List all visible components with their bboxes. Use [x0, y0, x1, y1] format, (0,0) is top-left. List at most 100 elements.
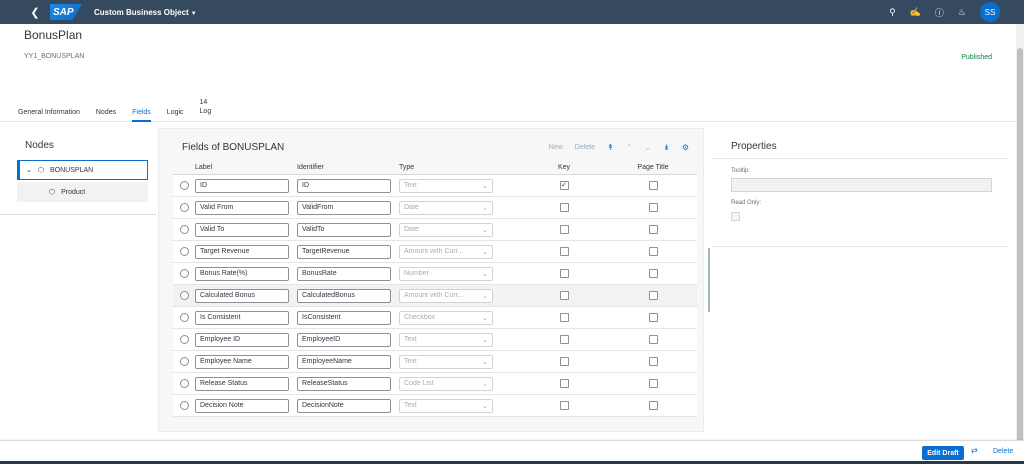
- label-input[interactable]: Bonus Rate(%): [195, 266, 289, 281]
- table-row[interactable]: Is Consistent IsConsistent Checkbox ⌄: [173, 307, 697, 329]
- label-input[interactable]: Release Status: [195, 376, 289, 391]
- page-title-checkbox[interactable]: [648, 291, 658, 300]
- page-title-checkbox[interactable]: [648, 269, 658, 278]
- row-select-radio[interactable]: [179, 203, 189, 212]
- identifier-input[interactable]: CalculatedBonus: [297, 288, 391, 303]
- row-select-radio[interactable]: [179, 401, 189, 410]
- new-button[interactable]: New: [549, 144, 563, 151]
- type-select[interactable]: Text ⌄: [399, 178, 493, 193]
- tab-nodes[interactable]: Nodes: [96, 96, 116, 122]
- table-row[interactable]: Release Status ReleaseStatus Code List ⌄: [173, 373, 697, 395]
- row-select-radio[interactable]: [179, 225, 189, 234]
- footer-delete-button[interactable]: Delete: [993, 448, 1013, 455]
- key-checkbox[interactable]: [559, 335, 569, 344]
- table-row[interactable]: Target Revenue TargetRevenue Amount with C…: [173, 241, 697, 263]
- chevron-down-icon[interactable]: ⌄: [26, 166, 32, 174]
- label-input[interactable]: ID: [195, 178, 289, 193]
- key-checkbox[interactable]: [559, 313, 569, 322]
- identifier-input[interactable]: ID: [297, 178, 391, 193]
- identifier-input[interactable]: ReleaseStatus: [297, 376, 391, 391]
- row-select-radio[interactable]: [179, 269, 189, 278]
- page-title-checkbox[interactable]: [648, 379, 658, 388]
- table-row[interactable]: Bonus Rate(%) BonusRate Number ⌄: [173, 263, 697, 285]
- table-row[interactable]: Calculated Bonus CalculatedBonus Amount wi…: [173, 285, 697, 307]
- move-to-bottom-icon[interactable]: ↡: [663, 143, 670, 152]
- table-row[interactable]: Valid To ValidTo Date ⌄: [173, 219, 697, 241]
- type-select[interactable]: Checkbox ⌄: [399, 310, 493, 325]
- key-checkbox[interactable]: [559, 357, 569, 366]
- table-row[interactable]: Employee ID EmployeeID Text ⌄: [173, 329, 697, 351]
- key-checkbox[interactable]: [559, 269, 569, 278]
- type-select[interactable]: Text ⌄: [399, 354, 493, 369]
- avatar[interactable]: SS: [980, 2, 1000, 22]
- key-checkbox[interactable]: [559, 379, 569, 388]
- identifier-input[interactable]: EmployeeID: [297, 332, 391, 347]
- type-select[interactable]: Date ⌄: [399, 222, 493, 237]
- label-input[interactable]: Employee Name: [195, 354, 289, 369]
- scrollbar-thumb[interactable]: [1017, 48, 1023, 448]
- key-checkbox[interactable]: [559, 247, 569, 256]
- table-row[interactable]: Decision Note DecisionNote Text ⌄: [173, 395, 697, 417]
- help-icon[interactable]: ⓘ: [935, 6, 944, 19]
- feedback-icon[interactable]: ✍: [910, 7, 921, 18]
- key-checkbox[interactable]: [559, 291, 569, 300]
- row-select-radio[interactable]: [179, 181, 189, 190]
- type-select[interactable]: Text ⌄: [399, 398, 493, 413]
- table-row[interactable]: Valid From ValidFrom Date ⌄: [173, 197, 697, 219]
- key-checkbox[interactable]: [559, 401, 569, 410]
- page-title-checkbox[interactable]: [648, 313, 658, 322]
- identifier-input[interactable]: ValidFrom: [297, 200, 391, 215]
- row-select-radio[interactable]: [179, 379, 189, 388]
- label-input[interactable]: Employee ID: [195, 332, 289, 347]
- identifier-input[interactable]: IsConsistent: [297, 310, 391, 325]
- page-title-checkbox[interactable]: [648, 203, 658, 212]
- type-select[interactable]: Code List ⌄: [399, 376, 493, 391]
- notification-bell-icon[interactable]: ♨: [958, 7, 966, 18]
- app-title-menu[interactable]: Custom Business Object ▼: [94, 8, 197, 17]
- table-row[interactable]: Employee Name EmployeeName Text ⌄: [173, 351, 697, 373]
- edit-draft-button[interactable]: Edit Draft: [922, 446, 964, 460]
- row-select-radio[interactable]: [179, 313, 189, 322]
- tab-log[interactable]: 14 Log: [200, 96, 212, 122]
- identifier-input[interactable]: ValidTo: [297, 222, 391, 237]
- identifier-input[interactable]: DecisionNote: [297, 398, 391, 413]
- tab-logic[interactable]: Logic: [167, 96, 184, 122]
- page-title-checkbox[interactable]: [648, 401, 658, 410]
- row-select-radio[interactable]: [179, 247, 189, 256]
- identifier-input[interactable]: BonusRate: [297, 266, 391, 281]
- delete-button[interactable]: Delete: [575, 144, 595, 151]
- key-checkbox[interactable]: ✓: [559, 181, 569, 190]
- page-title-checkbox[interactable]: [648, 225, 658, 234]
- settings-gear-icon[interactable]: ⚙: [682, 143, 689, 152]
- type-select[interactable]: Amount with Curr... ⌄: [399, 288, 493, 303]
- type-select[interactable]: Amount with Curr... ⌄: [399, 244, 493, 259]
- move-to-top-icon[interactable]: ↟: [607, 143, 614, 152]
- label-input[interactable]: Is Consistent: [195, 310, 289, 325]
- type-select[interactable]: Date ⌄: [399, 200, 493, 215]
- tooltip-input[interactable]: [731, 178, 992, 192]
- search-icon[interactable]: ⚲: [889, 7, 896, 18]
- table-row[interactable]: ID ID Text ⌄ ✓: [173, 175, 697, 197]
- page-title-checkbox[interactable]: [648, 247, 658, 256]
- label-input[interactable]: Decision Note: [195, 398, 289, 413]
- tab-fields[interactable]: Fields: [132, 96, 151, 122]
- compare-icon[interactable]: ⇄: [971, 446, 978, 455]
- type-select[interactable]: Text ⌄: [399, 332, 493, 347]
- page-title-checkbox[interactable]: [648, 357, 658, 366]
- splitter-handle-right[interactable]: [708, 248, 710, 312]
- tab-general-information[interactable]: General Information: [18, 96, 80, 122]
- row-select-radio[interactable]: [179, 357, 189, 366]
- move-up-icon[interactable]: ⌃: [626, 143, 633, 152]
- type-select[interactable]: Number ⌄: [399, 266, 493, 281]
- page-scrollbar[interactable]: [1016, 24, 1024, 448]
- page-title-checkbox[interactable]: [648, 181, 658, 190]
- key-checkbox[interactable]: [559, 203, 569, 212]
- label-input[interactable]: Target Revenue: [195, 244, 289, 259]
- label-input[interactable]: Valid To: [195, 222, 289, 237]
- row-select-radio[interactable]: [179, 291, 189, 300]
- label-input[interactable]: Calculated Bonus: [195, 288, 289, 303]
- move-down-icon[interactable]: ⌄: [644, 143, 651, 152]
- page-title-checkbox[interactable]: [648, 335, 658, 344]
- label-input[interactable]: Valid From: [195, 200, 289, 215]
- key-checkbox[interactable]: [559, 225, 569, 234]
